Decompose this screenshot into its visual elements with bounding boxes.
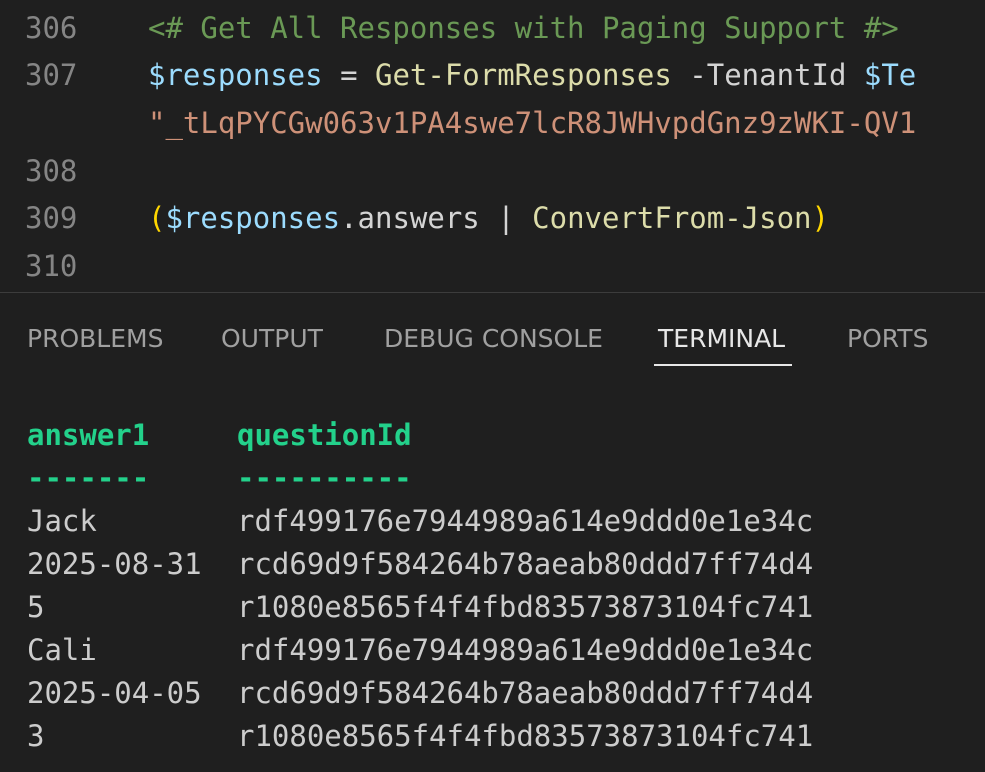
code-line-307: 307 $responses = Get-FormResponses -Tena… [0,55,985,95]
table-row: Jack rdf499176e7944989a614e9ddd0e1e34c [0,500,985,543]
code-text: "_tLqPYCGw063v1PA4swe7lcR8JWHvpdGnz9zWKI… [148,103,916,143]
line-number: 306 [25,11,78,45]
separator: ---------- [237,461,412,495]
tab-output[interactable]: OUTPUT [221,323,323,355]
answer-cell: 2025-04-05 [27,676,202,710]
question-id-cell: rdf499176e7944989a614e9ddd0e1e34c [237,633,814,667]
active-tab-indicator [654,364,792,366]
answer-cell: Cali [27,633,97,667]
table-header: answer1 questionId [0,414,985,457]
answer-cell: 2025-08-31 [27,547,202,581]
bottom-panel: PROBLEMS OUTPUT DEBUG CONSOLE TERMINAL P… [0,293,985,772]
line-number: 310 [25,249,78,283]
code-line-310: 310 [0,246,985,286]
code-token: Get-FormResponses [375,58,672,92]
code-token: $responses [165,201,341,235]
code-line-307-wrap: "_tLqPYCGw063v1PA4swe7lcR8JWHvpdGnz9zWKI… [0,103,985,143]
code-token: -TenantId [671,58,864,92]
code-token: ) [811,201,829,235]
line-number: 309 [25,201,78,235]
code-token: $Te [863,58,917,92]
table-row: 2025-08-31 rcd69d9f584264b78aeab80ddd7ff… [0,543,985,586]
separator: ------- [27,461,150,495]
code-token: $responses [148,58,323,92]
question-id-cell: rcd69d9f584264b78aeab80ddd7ff74d4 [237,676,814,710]
tab-debug-console[interactable]: DEBUG CONSOLE [384,323,603,355]
column-header: answer1 [27,418,150,452]
question-id-cell: r1080e8565f4f4fbd83573873104fc741 [237,590,814,624]
table-row: 3 r1080e8565f4f4fbd83573873104fc741 [0,715,985,758]
tab-terminal[interactable]: TERMINAL [658,323,785,355]
question-id-cell: rdf499176e7944989a614e9ddd0e1e34c [237,504,814,538]
answer-cell: 3 [27,719,45,753]
code-line-306: 306 <# Get All Responses with Paging Sup… [0,8,985,48]
table-row: 5 r1080e8565f4f4fbd83573873104fc741 [0,586,985,629]
table-row: Cali rdf499176e7944989a614e9ddd0e1e34c [0,629,985,672]
table-separator: ------- ---------- [0,457,985,500]
code-token: "_tLqPYCGw063v1PA4swe7lcR8JWHvpdGnz9zWKI… [148,106,917,140]
code-text: ($responses.answers | ConvertFrom-Json) [148,198,829,238]
answer-cell: 5 [27,590,45,624]
tab-problems[interactable]: PROBLEMS [27,323,163,355]
code-text: $responses = Get-FormResponses -TenantId… [148,55,916,95]
code-line-309: 309 ($responses.answers | ConvertFrom-Js… [0,198,985,238]
code-editor[interactable]: 306 <# Get All Responses with Paging Sup… [0,0,985,292]
question-id-cell: r1080e8565f4f4fbd83573873104fc741 [237,719,814,753]
code-token: | [479,201,533,235]
code-token: = [322,58,375,92]
line-number: 308 [25,154,78,188]
code-token: ConvertFrom-Json [532,201,812,235]
code-token: .answers [340,201,480,235]
code-token: <# Get All Responses with Paging Support… [148,11,899,45]
answer-cell: Jack [27,504,97,538]
line-number: 307 [25,58,78,92]
table-row: 2025-04-05 rcd69d9f584264b78aeab80ddd7ff… [0,672,985,715]
tab-ports[interactable]: PORTS [847,323,928,355]
code-line-308: 308 [0,151,985,191]
question-id-cell: rcd69d9f584264b78aeab80ddd7ff74d4 [237,547,814,581]
code-token: ( [148,201,166,235]
column-header: questionId [237,418,412,452]
code-text: <# Get All Responses with Paging Support… [148,8,899,48]
